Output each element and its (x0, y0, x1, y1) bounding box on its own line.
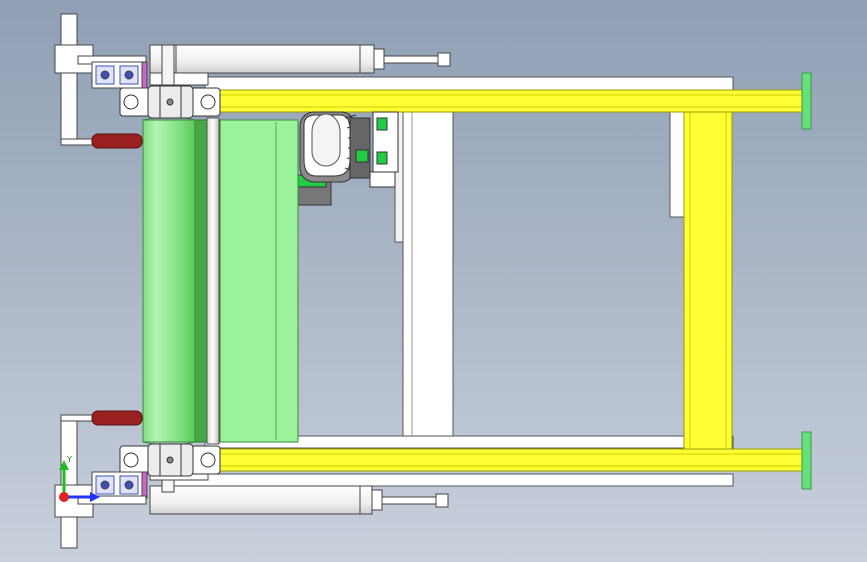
vertical-post (60, 13, 78, 145)
frame-right-plate (669, 111, 685, 218)
bottom-bearing-block (119, 443, 221, 477)
frame-lower-rail (169, 473, 734, 487)
piston-rod (381, 496, 445, 505)
yellow-bottom-beam (204, 448, 803, 472)
end-plate-top (801, 72, 812, 130)
yellow-vertical-beam (683, 111, 733, 450)
cad-viewport[interactable]: Y (0, 0, 867, 562)
assembly-drawing: Y (0, 0, 867, 562)
main-roller (142, 116, 196, 446)
cylinder-cap (371, 489, 383, 511)
motor-gearbox (349, 117, 371, 179)
piston-rod (383, 55, 447, 64)
cylinder-cap (373, 48, 385, 70)
yellow-top-beam (204, 89, 803, 113)
frame-top-rail (204, 76, 734, 92)
end-plate-bottom (801, 431, 812, 490)
y-axis-label: Y (66, 455, 72, 464)
cylinder-barrel (149, 44, 375, 74)
cylinder-barrel (149, 485, 373, 515)
clamp-handle (91, 410, 143, 426)
clamp-handle (91, 133, 143, 149)
frame-center-post (402, 111, 454, 437)
origin-point (59, 492, 69, 502)
roller-shaft (206, 117, 220, 445)
top-bearing-block (119, 85, 221, 119)
